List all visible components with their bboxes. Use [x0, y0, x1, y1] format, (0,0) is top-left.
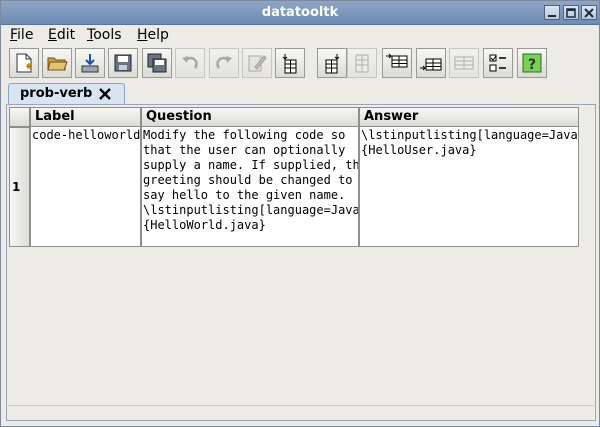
svg-text:?: ?: [528, 57, 536, 73]
column-header-question[interactable]: Question: [141, 107, 359, 127]
insert-row-above-icon: [386, 53, 408, 68]
menu-edit-label: dit: [56, 27, 76, 43]
tab-label: prob-verb: [20, 86, 93, 101]
insert-column-right-icon: [325, 54, 340, 74]
insert-column-left-icon: [282, 54, 297, 74]
close-tab-icon[interactable]: [98, 87, 112, 101]
help-button[interactable]: ?: [517, 48, 547, 78]
minimize-button[interactable]: [544, 5, 560, 20]
remove-column-button[interactable]: [347, 48, 377, 78]
menu-help[interactable]: Help: [137, 27, 169, 43]
menu-file-label: ile: [17, 27, 34, 43]
menu-tools[interactable]: Tools: [87, 27, 122, 43]
undo-icon: [182, 56, 198, 69]
minimize-icon: [548, 14, 556, 17]
tab-prob-verb[interactable]: prob-verb: [8, 83, 125, 105]
tab-strip: prob-verb: [2, 83, 598, 105]
cell-answer[interactable]: \lstinputlisting[language=Java] {HelloUs…: [359, 127, 579, 247]
row-header[interactable]: 1: [9, 127, 30, 247]
open-folder-icon: [47, 57, 68, 71]
redo-button[interactable]: [209, 48, 239, 78]
undo-button[interactable]: [175, 48, 205, 78]
tab-panel: Label Question Answer 1 code-helloworld …: [6, 104, 596, 421]
maximize-icon: [566, 7, 576, 18]
menu-help-mnemonic: H: [137, 27, 148, 43]
insert-row-below-button[interactable]: [416, 48, 446, 78]
menu-help-label: elp: [147, 27, 169, 43]
insert-row-above-button[interactable]: [382, 48, 412, 78]
help-icon: ?: [522, 53, 542, 73]
menu-file-mnemonic: F: [10, 27, 18, 43]
status-bar: [6, 405, 596, 421]
edit-cell-button[interactable]: [242, 48, 272, 78]
properties-button[interactable]: [483, 48, 513, 78]
insert-column-left-button[interactable]: [275, 48, 305, 78]
remove-row-button[interactable]: [449, 48, 479, 78]
new-file-icon: [16, 53, 32, 73]
menu-bar: File Edit Tools Help: [2, 25, 598, 46]
properties-icon: [489, 54, 506, 72]
window-title: datatooltk: [261, 5, 339, 20]
toolbar: ?: [2, 46, 598, 82]
close-window-button[interactable]: [581, 5, 597, 20]
column-header-label[interactable]: Label: [30, 107, 141, 127]
corner-header: [9, 107, 30, 127]
redo-icon: [216, 56, 232, 69]
row-number: 1: [12, 180, 21, 194]
save-icon: [114, 54, 132, 72]
data-table: Label Question Answer 1 code-helloworld …: [9, 107, 580, 247]
edit-cell-icon: [248, 55, 267, 72]
open-button[interactable]: [42, 48, 72, 78]
insert-column-right-button[interactable]: [317, 48, 347, 78]
save-as-icon: [147, 53, 167, 73]
app-window: datatooltk File Edit Tools Help ? prob-v…: [0, 0, 600, 427]
maximize-button[interactable]: [563, 5, 579, 20]
new-button[interactable]: [9, 48, 39, 78]
remove-column-icon: [355, 54, 369, 73]
remove-row-icon: [454, 56, 474, 70]
close-icon: [584, 7, 594, 18]
title-bar[interactable]: datatooltk: [1, 1, 599, 25]
menu-tools-label: ools: [93, 27, 122, 43]
menu-file[interactable]: File: [10, 27, 33, 43]
menu-edit-mnemonic: E: [48, 27, 57, 43]
column-header-answer[interactable]: Answer: [359, 107, 579, 127]
menu-edit[interactable]: Edit: [48, 27, 75, 43]
save-as-button[interactable]: [142, 48, 172, 78]
insert-row-below-icon: [420, 58, 442, 71]
cell-label[interactable]: code-helloworld: [30, 127, 141, 247]
save-button[interactable]: [108, 48, 138, 78]
cell-question[interactable]: Modify the following code so that the us…: [141, 127, 359, 247]
import-icon: [81, 54, 99, 73]
import-button[interactable]: [75, 48, 105, 78]
